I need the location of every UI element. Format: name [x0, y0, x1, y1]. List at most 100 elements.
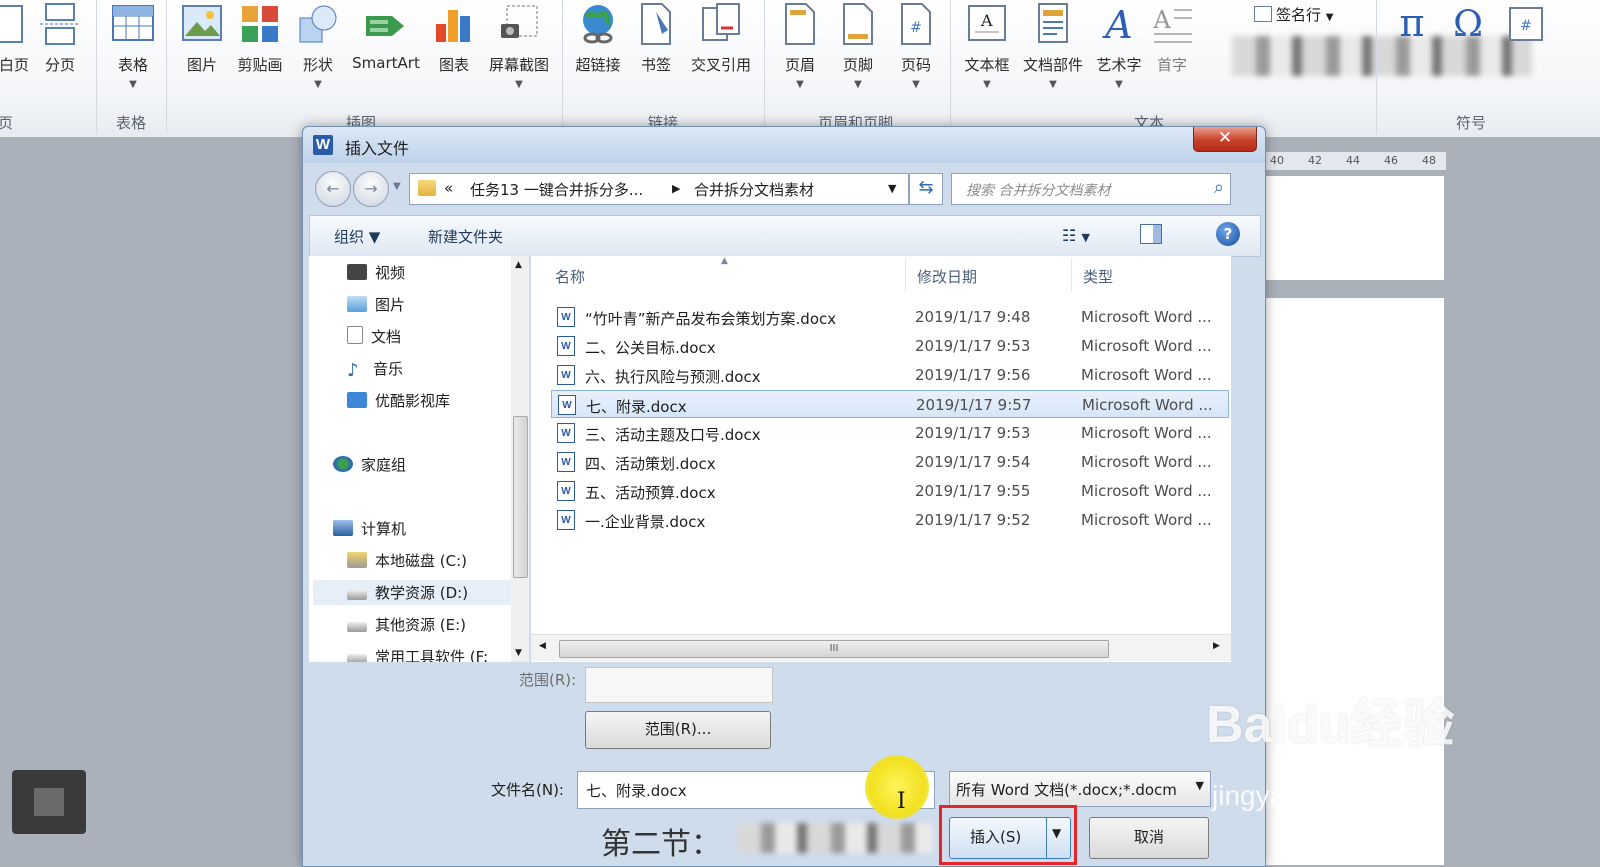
smartart-icon — [364, 2, 408, 46]
chart-button[interactable]: 图表 — [432, 2, 476, 75]
number-icon: # — [1504, 2, 1548, 46]
table-row[interactable]: W 三、活动主题及口号.docx 2019/1/17 9:53 Microsoft W… — [551, 419, 1229, 447]
word-document-icon: W — [558, 395, 576, 415]
organize-button[interactable]: 组织 ▼ — [334, 226, 380, 247]
range-button[interactable]: 范围(R)... — [585, 711, 771, 749]
nav-item-drive-f[interactable]: 常用工具软件 (F: — [347, 646, 488, 662]
page-number-button[interactable]: # 页码 ▼ — [894, 2, 938, 90]
page-break-button[interactable]: 分页 — [38, 2, 82, 75]
ribbon: 白页 分页 页 表格 ▼ 表格 图片 剪贴画 形状 ▼ SmartArt 图表 … — [0, 0, 1600, 138]
nav-item-drive-e[interactable]: 其他资源 (E:) — [347, 614, 466, 635]
watermark-url: jingyan.baidu.com — [1212, 780, 1438, 811]
smartart-button[interactable]: SmartArt — [350, 2, 422, 72]
scroll-right-icon[interactable]: ▶ — [1213, 641, 1220, 651]
word-document-icon: W — [557, 423, 575, 443]
music-icon: ♪ — [347, 360, 359, 381]
wordart-button[interactable]: A 艺术字 ▼ — [1092, 2, 1146, 90]
cross-reference-button[interactable]: 交叉引用 — [686, 2, 756, 75]
equation-button[interactable]: π — [1390, 1, 1434, 54]
dropcap-button[interactable]: A 首字 — [1150, 2, 1194, 75]
column-header-type[interactable]: 类型 — [1083, 266, 1113, 287]
table-row-selected[interactable]: W 七、附录.docx 2019/1/17 9:57 Microsoft Word .… — [551, 390, 1229, 418]
shapes-icon — [296, 2, 340, 46]
symbol-button[interactable]: Ω — [1446, 2, 1490, 54]
textbox-button[interactable]: A 文本框 ▼ — [960, 2, 1014, 90]
table-row[interactable]: W “竹叶青”新产品发布会策划方案.docx 2019/1/17 9:48 Micro… — [551, 303, 1229, 331]
search-input[interactable]: 搜索 合并拆分文档素材 ⌕ — [951, 173, 1231, 205]
address-dropdown-icon[interactable]: ▼ — [888, 182, 896, 195]
search-icon: ⌕ — [1213, 177, 1224, 198]
address-bar[interactable]: « 任务13 一键合并拆分多... ▶ 合并拆分文档素材 ▼ — [409, 173, 909, 205]
recent-pages-dropdown[interactable]: ▼ — [393, 181, 401, 192]
clipart-button[interactable]: 剪贴画 — [232, 2, 288, 75]
quick-parts-button[interactable]: 文档部件 ▼ — [1018, 2, 1088, 90]
header-button[interactable]: 页眉 ▼ — [778, 2, 822, 90]
shapes-button[interactable]: 形状 ▼ — [296, 2, 340, 90]
view-list-icon: ☷ — [1062, 226, 1077, 245]
table-row[interactable]: W 二、公关目标.docx 2019/1/17 9:53 Microsoft Word… — [551, 332, 1229, 360]
nav-item-computer[interactable]: 计算机 — [333, 518, 406, 539]
table-button[interactable]: 表格 ▼ — [108, 2, 158, 90]
back-button[interactable]: ← — [315, 171, 351, 207]
forward-button[interactable]: → — [353, 171, 389, 207]
help-button[interactable]: ? — [1216, 222, 1240, 246]
svg-text:A: A — [980, 11, 993, 30]
system-drive-icon — [347, 552, 367, 568]
svg-text:Ω: Ω — [1453, 4, 1483, 45]
table-row[interactable]: W 一.企业背景.docx 2019/1/17 9:52 Microsoft Word… — [551, 506, 1229, 534]
dropcap-icon: A — [1150, 2, 1194, 46]
nav-item-drive-c[interactable]: 本地磁盘 (C:) — [347, 550, 467, 571]
signature-line-button[interactable]: 签名行 ▼ — [1254, 4, 1334, 25]
footer-button[interactable]: 页脚 ▼ — [836, 2, 880, 90]
word-document-icon: W — [557, 452, 575, 472]
nav-item-documents[interactable]: 文档 — [347, 326, 401, 347]
refresh-button[interactable]: ⇆ — [909, 173, 943, 205]
blank-page-button[interactable]: 白页 — [0, 2, 36, 75]
scroll-up-icon[interactable]: ▲ — [515, 260, 522, 270]
nav-item-pictures[interactable]: 图片 — [347, 294, 405, 315]
breadcrumb-current-folder[interactable]: 合并拆分文档素材 — [694, 179, 814, 200]
word-document-icon: W — [557, 336, 575, 356]
range-input[interactable] — [585, 667, 773, 703]
column-header-name[interactable]: 名称 — [555, 266, 585, 287]
scrollbar-thumb[interactable]: III — [559, 640, 1109, 658]
column-header-date[interactable]: 修改日期 — [917, 266, 977, 287]
new-folder-button[interactable]: 新建文件夹 — [428, 226, 503, 247]
bookmark-button[interactable]: 书签 — [634, 2, 678, 75]
view-options-button[interactable]: ☷ ▼ — [1062, 226, 1090, 245]
picture-button[interactable]: 图片 — [180, 2, 224, 75]
filename-label: 文件名(N): — [491, 781, 564, 799]
table-row[interactable]: W 六、执行风险与预测.docx 2019/1/17 9:56 Microsoft W… — [551, 361, 1229, 389]
table-row[interactable]: W 四、活动策划.docx 2019/1/17 9:54 Microsoft Word… — [551, 448, 1229, 476]
close-button[interactable]: ✕ — [1193, 127, 1257, 152]
screenshot-button[interactable]: 屏幕截图 ▼ — [484, 2, 554, 90]
nav-item-homegroup[interactable]: 家庭组 — [333, 454, 406, 475]
hyperlink-button[interactable]: 超链接 — [570, 2, 626, 75]
ruler: 40 42 44 46 48 — [1266, 152, 1446, 170]
navigation-scrollbar[interactable]: ▲ ▼ — [511, 256, 529, 662]
number-button[interactable]: # — [1504, 2, 1548, 54]
scroll-down-icon[interactable]: ▼ — [515, 648, 522, 658]
nav-item-drive-d[interactable]: 教学资源 (D:) — [313, 580, 511, 605]
address-overflow[interactable]: « — [444, 179, 453, 197]
word-document-icon: W — [557, 481, 575, 501]
background-document-text: 第二节： — [601, 827, 721, 862]
library-folder-icon — [347, 392, 367, 408]
preview-pane-button[interactable] — [1140, 224, 1162, 248]
text-cursor-icon: I — [897, 789, 906, 814]
preview-pane-icon — [1140, 224, 1162, 244]
table-row[interactable]: W 五、活动预算.docx 2019/1/17 9:55 Microsoft Word… — [551, 477, 1229, 505]
svg-text:A: A — [1152, 6, 1171, 34]
help-icon: ? — [1223, 225, 1233, 243]
scroll-left-icon[interactable]: ◀ — [539, 641, 546, 651]
file-type-select[interactable]: 所有 Word 文档(*.docx;*.docm ▼ — [949, 771, 1211, 807]
cancel-button[interactable]: 取消 — [1089, 817, 1209, 859]
scrollbar-thumb[interactable] — [513, 416, 528, 578]
nav-item-videos[interactable]: 视频 — [347, 262, 405, 283]
breadcrumb-task13[interactable]: 任务13 一键合并拆分多... — [470, 179, 643, 200]
documents-icon — [347, 326, 363, 344]
nav-item-music[interactable]: ♪ 音乐 — [347, 358, 403, 381]
nav-item-youku[interactable]: 优酷影视库 — [347, 390, 450, 411]
horizontal-scrollbar[interactable]: ◀ III ▶ — [531, 634, 1231, 661]
bookmark-icon — [634, 2, 678, 46]
